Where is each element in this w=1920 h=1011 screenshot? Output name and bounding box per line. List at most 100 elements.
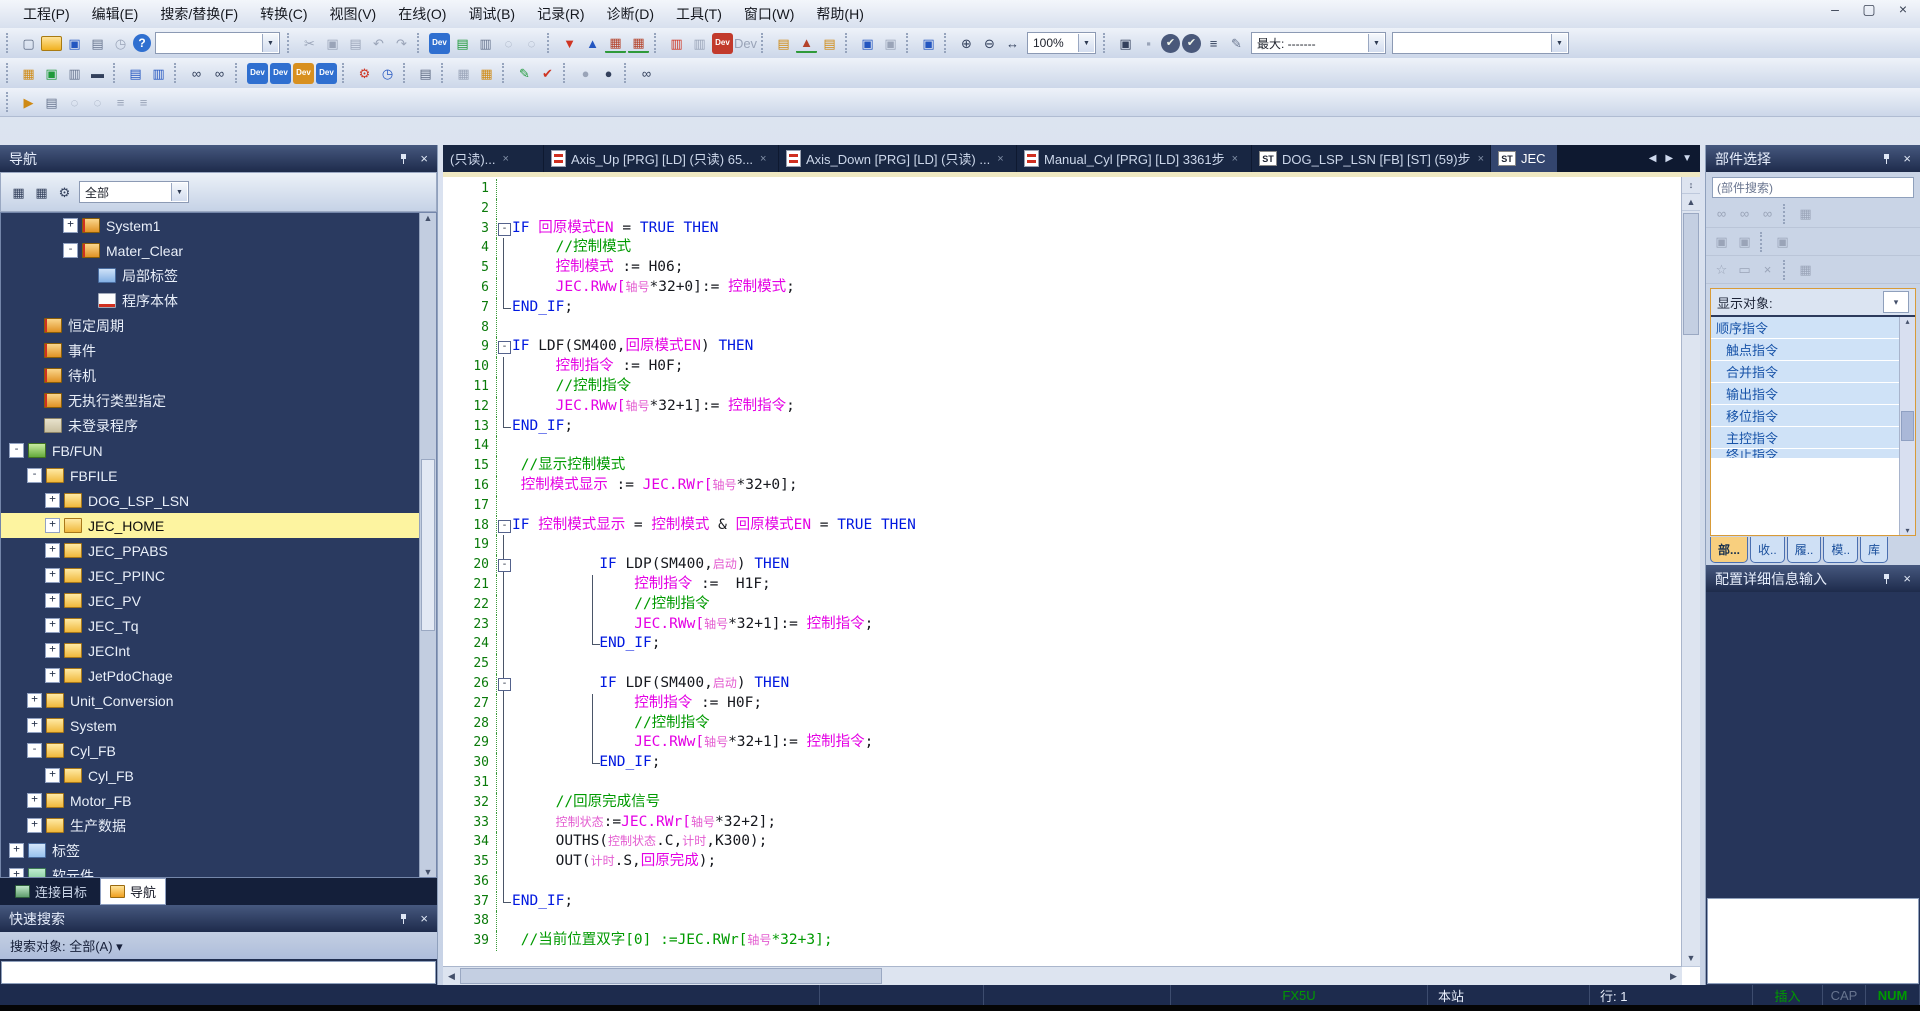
check-program-icon[interactable]: ✔ <box>537 63 558 84</box>
fold-collapse-icon[interactable]: - <box>498 223 511 236</box>
menu-item[interactable]: 记录(R) <box>526 3 595 25</box>
menu-item[interactable]: 视图(V) <box>319 3 388 25</box>
tab-close-icon[interactable]: × <box>1478 153 1484 165</box>
pou-add-icon[interactable]: ▲ <box>796 34 817 53</box>
zoom-in-icon[interactable]: ⊕ <box>956 33 977 54</box>
save-project-icon[interactable]: ▣ <box>64 33 85 54</box>
code-line[interactable]: 25 <box>443 654 1682 674</box>
fold-collapse-icon[interactable]: - <box>498 678 511 691</box>
scroll-up-icon[interactable]: ▲ <box>1682 194 1700 211</box>
code-line[interactable]: 3-IF 回原模式EN = TRUE THEN <box>443 219 1682 239</box>
menu-item[interactable]: 工具(T) <box>665 3 733 25</box>
monitor-mode-icon[interactable]: ▣ <box>1115 33 1136 54</box>
monitor-stop-icon[interactable]: ✔ <box>1182 34 1201 53</box>
refresh-fwd-icon[interactable]: ◌ <box>521 33 542 54</box>
option1-icon[interactable]: ● <box>575 63 596 84</box>
instruction-group[interactable]: 触点指令 <box>1711 339 1915 361</box>
tree-item-system[interactable]: +System <box>1 713 436 738</box>
part-remove-icon[interactable]: ▣ <box>1734 231 1755 252</box>
browser-icon[interactable]: ● <box>598 63 619 84</box>
code-line[interactable]: 20- IF LDP(SM400,启动) THEN <box>443 555 1682 575</box>
minimize-button[interactable]: – <box>1826 1 1844 18</box>
align2-icon[interactable]: ≡ <box>133 92 154 113</box>
part-add-icon[interactable]: ▣ <box>1711 231 1732 252</box>
menu-item[interactable]: 帮助(H) <box>805 3 874 25</box>
tree-expander-icon[interactable]: + <box>9 868 24 878</box>
scroll-left-icon[interactable]: ◀ <box>443 971 460 982</box>
code-line[interactable]: 19 <box>443 535 1682 555</box>
watch-edit-icon[interactable]: ✎ <box>1226 33 1247 54</box>
tree-item-jecint[interactable]: +JECInt <box>1 638 436 663</box>
undo-icon[interactable]: ↶ <box>368 33 389 54</box>
bookmark-anchor-icon[interactable]: ↕ <box>1682 177 1700 194</box>
scroll-down-icon[interactable]: ▼ <box>424 867 433 877</box>
code-line[interactable]: 16 控制模式显示 := JEC.RWr[轴号*32+0]; <box>443 476 1682 496</box>
align1-icon[interactable]: ≡ <box>110 92 131 113</box>
code-line[interactable]: 9-IF LDF(SM400,回原模式EN) THEN <box>443 337 1682 357</box>
panel-tab-nav[interactable]: 导航 <box>100 878 166 905</box>
menu-item[interactable]: 窗口(W) <box>733 3 806 25</box>
menu-item[interactable]: 搜索/替换(F) <box>149 3 249 25</box>
delete-icon[interactable]: × <box>1757 259 1778 280</box>
backup-icon[interactable]: ▣ <box>41 63 62 84</box>
pin-icon[interactable] <box>1882 574 1891 584</box>
tree-collapse-icon[interactable]: ▦ <box>31 182 52 203</box>
code-line[interactable]: 17 <box>443 496 1682 516</box>
io-assign-icon[interactable]: ▥ <box>475 33 496 54</box>
tree-item----[interactable]: +软元件 <box>1 863 436 878</box>
zoom-out-icon[interactable]: ⊖ <box>979 33 1000 54</box>
document-tab[interactable]: Axis_Down [PRG] [LD] (只读) ...× <box>779 145 1016 172</box>
pou-list-icon[interactable]: ▤ <box>773 33 794 54</box>
menu-item[interactable]: 在线(O) <box>387 3 457 25</box>
instruction-group[interactable]: 输出指令 <box>1711 383 1915 405</box>
tree-expander-icon[interactable]: + <box>63 218 78 233</box>
tree-item-jec_tq[interactable]: +JEC_Tq <box>1 613 436 638</box>
scroll-thumb[interactable] <box>1901 411 1914 441</box>
tree-expander-icon[interactable]: + <box>45 493 60 508</box>
tree-expander-icon[interactable]: + <box>45 618 60 633</box>
panel-tab-conn[interactable]: 连接目标 <box>6 879 96 904</box>
tree-display-icon[interactable]: ▦ <box>8 182 29 203</box>
scroll-up-icon[interactable]: ▲ <box>424 213 433 223</box>
quick-search-input[interactable] <box>1 961 436 984</box>
tree-filter-combo[interactable]: 全部▼ <box>79 181 189 203</box>
chevron-down-icon[interactable]: ▼ <box>171 183 187 201</box>
code-line[interactable]: 31 <box>443 773 1682 793</box>
tree-item-jec_ppinc[interactable]: +JEC_PPINC <box>1 563 436 588</box>
document-tab[interactable]: Manual_Cyl [PRG] [LD] 3361步× <box>1017 145 1251 172</box>
tree-scrollbar[interactable]: ▲ ▼ <box>419 213 436 877</box>
display-target-dropdown[interactable]: ▾ <box>1883 291 1909 313</box>
tree-expander-icon[interactable]: + <box>45 518 60 533</box>
nav-back-icon[interactable]: ◌ <box>64 92 85 113</box>
code-area[interactable]: 123-IF 回原模式EN = TRUE THEN4 //控制模式5 控制模式 … <box>443 179 1682 967</box>
close-button[interactable]: × <box>1894 1 1912 18</box>
st-editor[interactable]: 123-IF 回原模式EN = TRUE THEN4 //控制模式5 控制模式 … <box>443 172 1700 985</box>
part-tab[interactable]: 部... <box>1710 537 1748 563</box>
watch-table-icon[interactable]: ▦ <box>453 63 474 84</box>
window-monitor-icon[interactable]: ▣ <box>857 33 878 54</box>
history-icon[interactable]: ◷ <box>110 33 131 54</box>
cut-icon[interactable]: ✂ <box>299 33 320 54</box>
drive-icon[interactable]: ▥ <box>64 63 85 84</box>
part-tab[interactable]: 模.. <box>1823 537 1858 563</box>
tree-expander-icon[interactable]: + <box>45 768 60 783</box>
tab-close-icon[interactable]: × <box>760 153 766 165</box>
document-tab[interactable]: STJEC <box>1491 145 1557 172</box>
code-line[interactable]: 2 <box>443 199 1682 219</box>
editor-horizontal-scrollbar[interactable]: ◀ ▶ <box>443 966 1682 985</box>
menu-item[interactable]: 调试(B) <box>457 3 526 25</box>
code-line[interactable]: 6 JEC.RWw[轴号*32+0]:= 控制模式; <box>443 278 1682 298</box>
tree-item-----[interactable]: 局部标签 <box>1 263 436 288</box>
tree-item-fb-fun[interactable]: -FB/FUN <box>1 438 436 463</box>
tree-item-system1[interactable]: +System1 <box>1 213 436 238</box>
device-ref-icon[interactable]: Dev <box>316 63 337 84</box>
search-target-row[interactable]: 搜索对象: 全部(A) ▾ <box>0 932 437 959</box>
pin-icon[interactable] <box>399 154 408 164</box>
tree-item---[interactable]: 事件 <box>1 338 436 363</box>
tree-item-jetpdochage[interactable]: +JetPdoChage <box>1 663 436 688</box>
tree-expander-icon[interactable]: + <box>27 793 42 808</box>
tree-expander-icon[interactable]: + <box>45 593 60 608</box>
clock-setting-icon[interactable]: ⚙ <box>354 63 375 84</box>
code-line[interactable]: 28 //控制指令 <box>443 714 1682 734</box>
scroll-down-icon[interactable]: ▾ <box>1905 526 1909 535</box>
